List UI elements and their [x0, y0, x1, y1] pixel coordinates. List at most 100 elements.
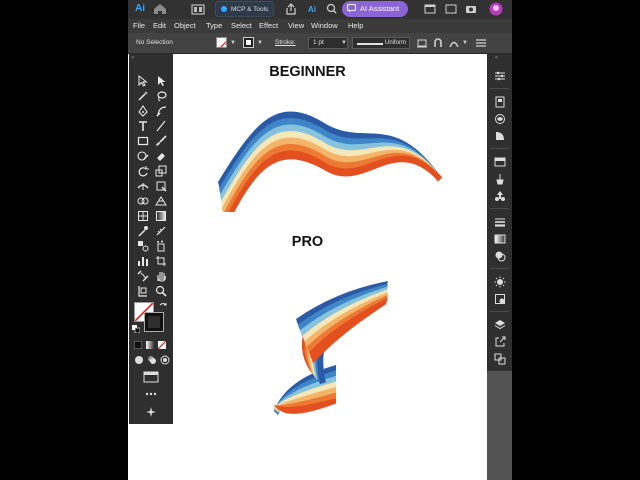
width-tool-icon[interactable]	[137, 180, 149, 192]
mesh-tool-icon[interactable]	[137, 210, 149, 222]
shaper-tool-icon[interactable]	[137, 150, 149, 162]
panel-separator	[490, 311, 509, 312]
stroke-swatch[interactable]	[243, 37, 254, 48]
ai-assistant-button[interactable]: AI Assistant	[342, 1, 408, 17]
magnet-icon[interactable]	[432, 37, 444, 49]
mcp-tools-button[interactable]: MCP & Tools	[215, 1, 274, 17]
menu-type[interactable]: Type	[206, 20, 222, 32]
gradient-mode-icon[interactable]	[146, 341, 154, 349]
lasso-tool-icon[interactable]	[155, 90, 167, 102]
minimize-icon[interactable]	[424, 3, 436, 15]
artboards-icon[interactable]	[494, 353, 506, 365]
fill-swatch[interactable]	[216, 37, 227, 48]
document-icon[interactable]	[494, 96, 506, 108]
arc-icon[interactable]	[448, 37, 460, 49]
menu-edit[interactable]: Edit	[153, 20, 166, 32]
slice-tool-icon[interactable]	[155, 255, 167, 267]
swap-fill-stroke-icon[interactable]	[159, 302, 167, 310]
menu-help[interactable]: Help	[348, 20, 363, 32]
screen-mode-icon[interactable]	[143, 371, 159, 383]
menu-file[interactable]: File	[133, 20, 145, 32]
blend-tool-icon[interactable]	[137, 240, 149, 252]
sparkle-tool-icon[interactable]	[145, 406, 157, 418]
menu-effect[interactable]: Effect	[259, 20, 278, 32]
stroke-weight-dropdown-icon[interactable]: ▼	[341, 40, 347, 46]
avatar[interactable]	[489, 2, 503, 16]
eraser-tool-icon[interactable]	[155, 150, 167, 162]
maximize-icon[interactable]	[445, 3, 457, 15]
export-icon[interactable]	[494, 336, 506, 348]
menu-window[interactable]: Window	[311, 20, 338, 32]
type-tool-icon[interactable]	[137, 120, 149, 132]
graphic-styles-icon[interactable]	[494, 293, 506, 305]
appearance-icon[interactable]	[494, 276, 506, 288]
rectangle-tool-icon[interactable]	[137, 135, 149, 147]
swatches-icon[interactable]	[494, 156, 506, 168]
layers-icon[interactable]	[494, 319, 506, 331]
none-mode-icon[interactable]	[158, 341, 166, 349]
eyedropper-tool-icon[interactable]	[137, 225, 149, 237]
scale-tool-icon[interactable]	[155, 165, 167, 177]
zoom-tool-icon[interactable]	[155, 285, 167, 297]
hand-tool-icon[interactable]	[155, 270, 167, 282]
pen-tool-icon[interactable]	[137, 105, 149, 117]
libraries-icon[interactable]	[494, 113, 506, 125]
shape-builder-tool-icon[interactable]	[137, 195, 149, 207]
draw-behind-icon[interactable]	[147, 355, 157, 365]
stroke-color-box[interactable]	[144, 312, 164, 332]
search-icon[interactable]	[324, 2, 340, 16]
rotate-tool-icon[interactable]	[137, 165, 149, 177]
share-icon[interactable]	[283, 2, 299, 16]
color-guide-icon[interactable]	[494, 130, 506, 142]
line-tool-icon[interactable]	[155, 120, 167, 132]
gradient-tool-icon[interactable]	[155, 210, 167, 222]
curvature-tool-icon[interactable]	[155, 105, 167, 117]
expand-panels-icon[interactable]: «	[495, 55, 498, 61]
ai-sparkle-icon[interactable]: Ai	[305, 2, 321, 16]
panel-separator	[490, 268, 509, 269]
column-graph-tool-icon[interactable]	[137, 255, 149, 267]
measure-tool-icon[interactable]	[155, 225, 167, 237]
artboard-tool-icon[interactable]	[137, 270, 149, 282]
stroke-label[interactable]: Stroke:	[275, 39, 296, 46]
perspective-grid-tool-icon[interactable]	[155, 195, 167, 207]
menu-object[interactable]: Object	[174, 20, 196, 32]
magic-wand-tool-icon[interactable]	[137, 90, 149, 102]
free-transform-tool-icon[interactable]	[155, 180, 167, 192]
gradient-panel-icon[interactable]	[494, 233, 506, 245]
home-icon[interactable]	[152, 2, 168, 16]
draw-inside-icon[interactable]	[160, 355, 170, 365]
fill-dropdown-icon[interactable]: ▼	[230, 40, 236, 46]
artboard[interactable]: BEGINNER PRO	[128, 54, 487, 480]
variable-width-profile[interactable]: Uniform	[352, 37, 410, 49]
menu-view[interactable]: View	[288, 20, 304, 32]
collapse-panel-icon[interactable]: «	[131, 55, 134, 61]
beginner-ribbon-artwork[interactable]	[216, 102, 446, 212]
edit-toolbar-icon[interactable]	[145, 391, 157, 397]
panel-menu-icon[interactable]	[474, 37, 488, 49]
menu-bar: File Edit Object Type Select Effect View…	[128, 19, 512, 33]
ai-assistant-label: AI Assistant	[360, 4, 400, 13]
symbol-sprayer-tool-icon[interactable]	[155, 240, 167, 252]
symbols-icon[interactable]	[494, 190, 506, 202]
brushes-icon[interactable]	[494, 173, 506, 185]
arc-dropdown-icon[interactable]: ▼	[462, 40, 468, 46]
paintbrush-tool-icon[interactable]	[155, 135, 167, 147]
color-mode-icon[interactable]	[134, 341, 142, 349]
transparency-icon[interactable]	[494, 250, 506, 262]
align-icon[interactable]	[416, 37, 428, 49]
print-tiling-tool-icon[interactable]	[137, 285, 149, 297]
arrange-documents-icon[interactable]	[190, 2, 206, 16]
stroke-dropdown-icon[interactable]: ▼	[257, 40, 263, 46]
properties-icon[interactable]	[494, 70, 506, 82]
selection-tool-icon[interactable]	[137, 75, 149, 87]
camera-icon[interactable]	[465, 3, 477, 15]
chat-sparkle-icon	[347, 4, 356, 13]
menu-select[interactable]: Select	[231, 20, 252, 32]
mcp-icon	[221, 6, 227, 12]
draw-normal-icon[interactable]	[134, 355, 144, 365]
stroke-panel-icon[interactable]	[494, 216, 506, 228]
default-fill-stroke-icon[interactable]	[132, 325, 140, 333]
pro-ribbon-artwork[interactable]	[266, 279, 396, 424]
direct-selection-tool-icon[interactable]	[155, 75, 167, 87]
